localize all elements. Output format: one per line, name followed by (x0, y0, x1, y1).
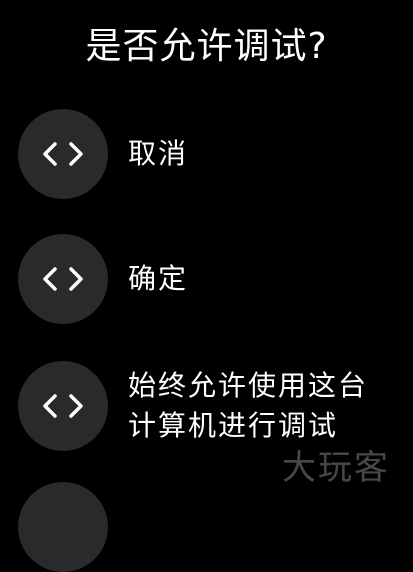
cancel-label: 取消 (128, 134, 188, 174)
always-allow-icon-button[interactable] (18, 361, 108, 451)
code-brackets-icon (43, 394, 83, 418)
confirm-option[interactable]: 确定 (18, 234, 408, 324)
always-allow-option[interactable]: 始终允许使用这台 计算机进行调试 (18, 356, 408, 456)
code-brackets-icon (43, 267, 83, 291)
always-allow-label-line-1: 始终允许使用这台 (128, 369, 369, 402)
dialog-title: 是否允许调试? (85, 26, 328, 67)
confirm-icon-button[interactable] (18, 234, 108, 324)
always-allow-label: 始终允许使用这台 计算机进行调试 (128, 366, 368, 446)
cancel-icon-button[interactable] (18, 109, 108, 199)
always-allow-label-line-2: 计算机进行调试 (128, 409, 339, 442)
code-brackets-icon (43, 142, 83, 166)
next-option-icon-button[interactable] (18, 482, 108, 572)
cancel-option[interactable]: 取消 (18, 108, 408, 200)
watermark-logo: 大玩客 (282, 448, 390, 488)
confirm-label: 确定 (128, 259, 188, 299)
confirm-label-line: 确定 (128, 262, 189, 295)
cancel-label-line: 取消 (128, 137, 189, 170)
